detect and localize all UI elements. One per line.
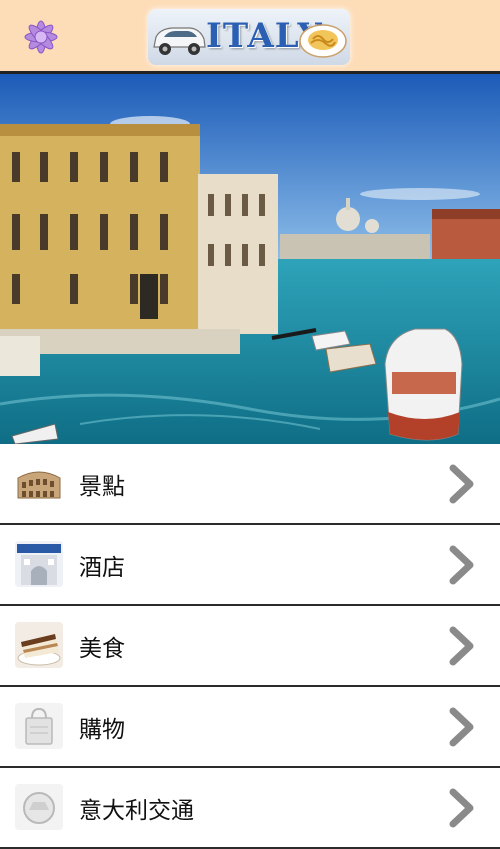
shopping-bag-thumbnail-icon <box>15 703 63 749</box>
menu-list: 景點 酒店 美食 購物 意大利交通 <box>0 444 500 849</box>
menu-item-label: 酒店 <box>79 555 125 581</box>
tiramisu-thumbnail-icon <box>15 622 63 668</box>
menu-item-shopping[interactable]: 購物 <box>0 687 500 768</box>
chevron-right-icon <box>449 707 474 747</box>
chevron-right-icon <box>449 788 474 828</box>
menu-item-label: 美食 <box>79 636 125 662</box>
italy-logo: ITALY <box>148 9 350 65</box>
app-header: ITALY <box>0 0 500 74</box>
chevron-right-icon <box>449 545 474 585</box>
menu-item-label: 景點 <box>79 474 125 500</box>
purple-flower-icon <box>16 12 66 62</box>
menu-item-attractions[interactable]: 景點 <box>0 444 500 525</box>
menu-item-label: 意大利交通 <box>79 798 194 824</box>
chevron-right-icon <box>449 626 474 666</box>
transport-thumbnail-icon <box>15 784 63 830</box>
menu-item-transport[interactable]: 意大利交通 <box>0 768 500 849</box>
hotel-thumbnail-icon <box>15 541 63 587</box>
car-icon <box>153 27 206 55</box>
menu-item-label: 購物 <box>79 717 125 743</box>
menu-item-food[interactable]: 美食 <box>0 606 500 687</box>
menu-item-hotels[interactable]: 酒店 <box>0 525 500 606</box>
chevron-right-icon <box>449 464 474 504</box>
hero-image <box>0 74 500 444</box>
colosseum-thumbnail-icon <box>15 460 63 506</box>
pasta-plate-icon <box>299 24 347 58</box>
